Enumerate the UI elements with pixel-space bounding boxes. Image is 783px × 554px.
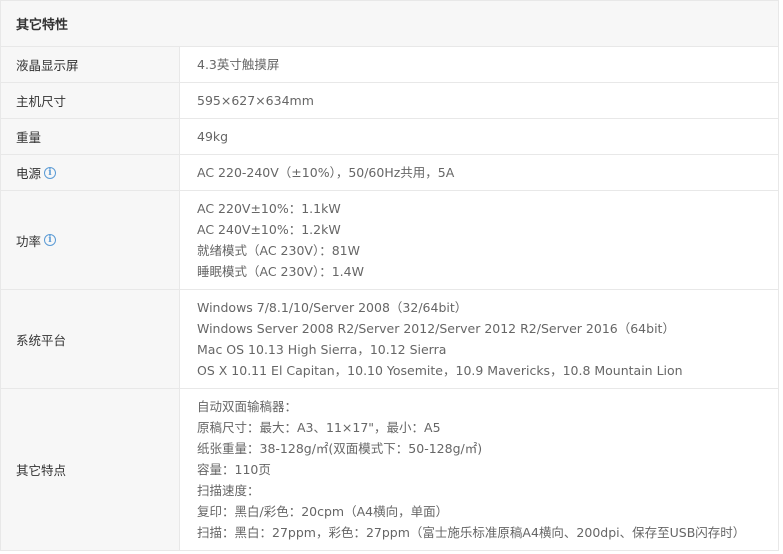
spec-value: 自动双面输稿器： 原稿尺寸：最大：A3、11×17"，最小：A5 纸张重量：38… <box>180 389 778 550</box>
info-icon[interactable]: i <box>44 234 57 246</box>
spec-value-line: Mac OS 10.13 High Sierra，10.12 Sierra <box>197 342 447 357</box>
spec-label: 主机尺寸 <box>1 83 180 118</box>
section-header: 其它特性 <box>1 1 778 47</box>
spec-label-text: 主机尺寸 <box>16 94 67 109</box>
spec-label: 电源 i <box>1 155 180 190</box>
spec-value-line: 就绪模式（AC 230V）：81W <box>197 243 360 258</box>
spec-row-power-source: 电源 i AC 220-240V（±10%），50/60Hz共用，5A <box>1 155 778 191</box>
spec-value-line: 自动双面输稿器： <box>197 399 298 414</box>
spec-value-line: Windows Server 2008 R2/Server 2012/Serve… <box>197 321 675 336</box>
spec-label: 功率 i <box>1 191 180 289</box>
spec-value-line: AC 220-240V（±10%），50/60Hz共用，5A <box>197 165 455 180</box>
spec-value: Windows 7/8.1/10/Server 2008（32/64bit） W… <box>180 290 778 388</box>
spec-row-other-features: 其它特点 自动双面输稿器： 原稿尺寸：最大：A3、11×17"，最小：A5 纸张… <box>1 389 778 551</box>
spec-label-text: 功率 <box>16 233 42 249</box>
spec-row-lcd: 液晶显示屏 4.3英寸触摸屏 <box>1 47 778 83</box>
spec-value-line: 纸张重量：38-128g/㎡(双面模式下：50-128g/㎡) <box>197 441 483 456</box>
spec-label-text: 液晶显示屏 <box>16 58 79 73</box>
spec-value-line: 原稿尺寸：最大：A3、11×17"，最小：A5 <box>197 420 441 435</box>
spec-label-text: 系统平台 <box>16 332 67 348</box>
spec-value-line: AC 240V±10%：1.2kW <box>197 222 341 237</box>
spec-label: 其它特点 <box>1 389 180 550</box>
spec-value: 595×627×634mm <box>180 83 778 118</box>
spec-value-line: 复印：黑白/彩色：20cpm（A4横向，单面） <box>197 504 449 519</box>
spec-value: 49kg <box>180 119 778 154</box>
spec-value-line: 595×627×634mm <box>197 93 314 108</box>
spec-row-dimensions: 主机尺寸 595×627×634mm <box>1 83 778 119</box>
spec-label: 重量 <box>1 119 180 154</box>
spec-table: 其它特性 液晶显示屏 4.3英寸触摸屏 主机尺寸 595×627×634mm 重… <box>0 0 779 551</box>
spec-row-os-platform: 系统平台 Windows 7/8.1/10/Server 2008（32/64b… <box>1 290 778 389</box>
spec-value-line: 容量：110页 <box>197 462 271 477</box>
spec-label: 系统平台 <box>1 290 180 388</box>
spec-value: AC 220-240V（±10%），50/60Hz共用，5A <box>180 155 778 190</box>
spec-row-power-consumption: 功率 i AC 220V±10%：1.1kW AC 240V±10%：1.2kW… <box>1 191 778 290</box>
spec-value: 4.3英寸触摸屏 <box>180 47 778 82</box>
spec-value: AC 220V±10%：1.1kW AC 240V±10%：1.2kW 就绪模式… <box>180 191 778 289</box>
spec-value-line: OS X 10.11 El Capitan，10.10 Yosemite，10.… <box>197 363 683 378</box>
spec-label-text: 重量 <box>16 130 42 145</box>
spec-value-line: 扫描速度： <box>197 483 260 498</box>
spec-label-text: 其它特点 <box>16 463 67 478</box>
spec-value-line: 扫描：黑白：27ppm，彩色：27ppm（富士施乐标准原稿A4横向、200dpi… <box>197 525 746 540</box>
spec-label-text: 电源 <box>16 166 42 181</box>
spec-value-line: AC 220V±10%：1.1kW <box>197 201 341 216</box>
spec-value-line: Windows 7/8.1/10/Server 2008（32/64bit） <box>197 300 468 315</box>
spec-label: 液晶显示屏 <box>1 47 180 82</box>
info-icon[interactable]: i <box>44 166 57 179</box>
spec-value-line: 49kg <box>197 129 229 144</box>
spec-row-weight: 重量 49kg <box>1 119 778 155</box>
spec-value-line: 4.3英寸触摸屏 <box>197 57 280 72</box>
spec-value-line: 睡眠模式（AC 230V）：1.4W <box>197 264 364 279</box>
